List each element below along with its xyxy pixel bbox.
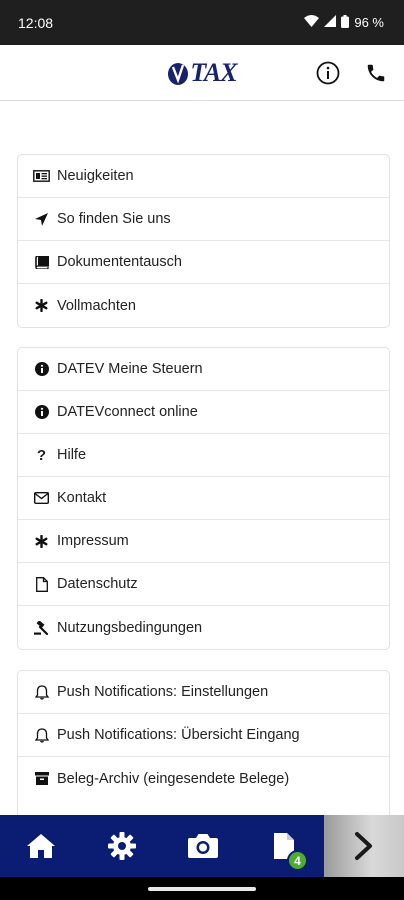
menu-item-label: Nutzungsbedingungen: [57, 619, 203, 636]
archive-icon: [33, 770, 50, 787]
signal-icon: [324, 15, 337, 30]
menu-item-label: DATEVconnect online: [57, 404, 198, 420]
battery-percent: 96 %: [354, 15, 384, 30]
logo-text: TAX: [190, 57, 237, 87]
menu-card-notifications: Push Notifications: Einstellungen Push N…: [17, 670, 390, 815]
chevron-right-icon: [355, 832, 372, 860]
menu-item-impressum[interactable]: Impressum: [18, 520, 389, 563]
logo-emblem-icon: [168, 62, 189, 85]
next-button[interactable]: [324, 815, 404, 877]
menu-item-datev-meine-steuern[interactable]: DATEV Meine Steuern: [18, 348, 389, 391]
info-icon: [316, 61, 340, 85]
menu-item-so-finden-sie-uns[interactable]: So finden Sie uns: [18, 198, 389, 241]
info-circle-icon: [33, 361, 50, 378]
menu-item-label: Impressum: [57, 533, 129, 549]
menu-item-beleg-archiv[interactable]: Beleg-Archiv (eingesendete Belege): [18, 757, 389, 800]
menu-item-push-uebersicht[interactable]: Push Notifications: Übersicht Eingang: [18, 714, 389, 757]
menu-item-push-einstellungen[interactable]: Push Notifications: Einstellungen: [18, 671, 389, 714]
info-button[interactable]: [314, 59, 342, 87]
menu-item-nutzungsbedingungen[interactable]: Nutzungsbedingungen: [18, 606, 389, 649]
menu-item-dokumententausch[interactable]: Dokumententausch: [18, 241, 389, 284]
phone-button[interactable]: [362, 59, 390, 87]
file-icon: [33, 576, 50, 593]
menu-item-vollmachten[interactable]: Vollmachten: [18, 284, 389, 327]
menu-item-kontakt[interactable]: Kontakt: [18, 477, 389, 520]
documents-count-badge: 4: [287, 850, 308, 871]
status-bar: 12:08 96 %: [0, 0, 404, 45]
bottom-navigation: 4: [0, 815, 404, 877]
menu-item-label: Push Notifications: Einstellungen: [57, 684, 269, 700]
home-icon: [26, 834, 55, 858]
settings-button[interactable]: [81, 815, 162, 877]
menu-item-label: Dokumententausch: [57, 254, 182, 270]
menu-item-neuigkeiten[interactable]: Neuigkeiten: [18, 155, 389, 198]
phone-icon: [367, 64, 385, 82]
gear-icon: [107, 832, 136, 860]
newspaper-icon: [33, 168, 50, 185]
home-button[interactable]: [0, 815, 81, 877]
menu-item-datenschutz[interactable]: Datenschutz: [18, 563, 389, 606]
asterisk-icon: [33, 297, 50, 314]
vtax-logo: TAX: [167, 57, 238, 88]
menu-item-label: So finden Sie uns: [57, 211, 171, 227]
wifi-icon: [304, 15, 320, 30]
location-arrow-icon: [33, 211, 50, 228]
menu-item-label: Vollmachten: [57, 297, 136, 314]
menu-item-datevconnect-online[interactable]: DATEVconnect online: [18, 391, 389, 434]
question-icon: ?: [36, 446, 47, 464]
book-icon: [33, 254, 50, 271]
gesture-navigation-bar: [0, 877, 404, 900]
home-gesture-handle[interactable]: [148, 886, 256, 891]
status-icons: 96 %: [304, 14, 384, 31]
menu-item-label: Push Notifications: Übersicht Eingang: [57, 727, 300, 743]
status-time: 12:08: [18, 14, 54, 31]
menu-item-label: DATEV Meine Steuern: [57, 361, 203, 377]
camera-icon: [187, 834, 218, 858]
asterisk-icon: [33, 533, 50, 550]
battery-icon: [341, 14, 350, 31]
app-header: TAX: [0, 45, 404, 101]
menu-card-info: DATEV Meine Steuern DATEVconnect online …: [17, 347, 390, 650]
menu-item-hilfe[interactable]: ? Hilfe: [18, 434, 389, 477]
envelope-icon: [33, 490, 50, 507]
camera-button[interactable]: [162, 815, 243, 877]
menu-item-label: Neuigkeiten: [57, 168, 134, 184]
info-circle-icon: [33, 404, 50, 421]
menu-item-label: Kontakt: [57, 490, 107, 506]
gavel-icon: [33, 619, 50, 636]
bell-icon: [33, 684, 50, 701]
menu-item-label: Beleg-Archiv (eingesendete Belege): [57, 770, 290, 787]
menu-item-label: Datenschutz: [57, 576, 138, 592]
menu-item-label: Hilfe: [57, 447, 87, 463]
bell-icon: [33, 727, 50, 744]
documents-button[interactable]: 4: [243, 815, 324, 877]
menu-card-general: Neuigkeiten So finden Sie uns Dokumenten…: [17, 154, 390, 328]
